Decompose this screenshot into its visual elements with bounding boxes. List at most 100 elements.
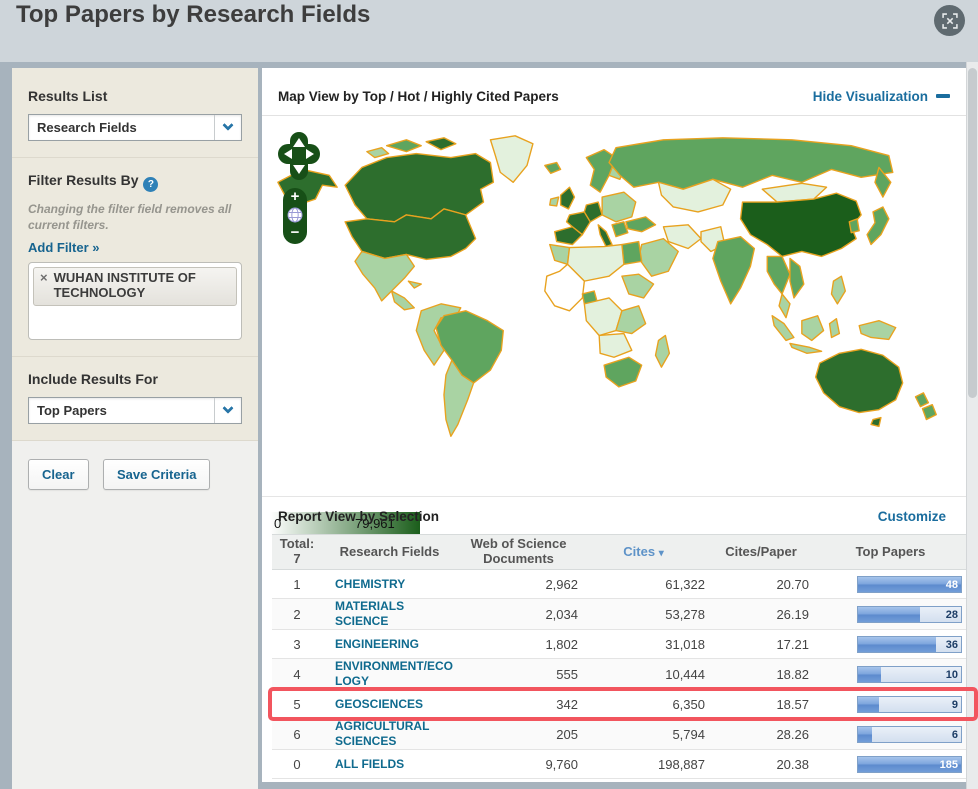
cites-cell: 5,794	[672, 726, 705, 742]
results-list-section: Results List Research Fields	[12, 68, 258, 158]
dropdown-arrow[interactable]	[214, 115, 241, 140]
top-bar: Top Papers by Research Fields	[0, 0, 978, 62]
scrollbar-thumb[interactable]	[968, 68, 977, 398]
sidebar-buttons: Clear Save Criteria	[12, 441, 258, 509]
cites-cell: 6,350	[672, 696, 705, 712]
table-header-row: Total: 7 Research Fields Web of Science …	[272, 534, 966, 570]
map-title: Map View by Top / Hot / Highly Cited Pap…	[278, 89, 559, 104]
cites-per-paper-cell: 28.26	[776, 726, 809, 742]
docs-cell: 2,034	[545, 606, 578, 622]
bar-track: 185	[857, 755, 962, 773]
docs-cell: 2,962	[545, 576, 578, 592]
map-asia[interactable]	[700, 182, 890, 319]
bar-fill	[858, 666, 881, 682]
field-link[interactable]: AGRICULTURAL SCIENCES	[322, 719, 457, 749]
cites-per-paper-cell: 20.38	[776, 756, 809, 772]
bar-value: 28	[945, 608, 958, 621]
save-criteria-button[interactable]: Save Criteria	[102, 459, 211, 491]
field-link[interactable]: GEOSCIENCES	[322, 697, 457, 712]
map-pan-control[interactable]	[278, 130, 320, 187]
report-title: Report View by Selection	[278, 509, 440, 524]
cites-per-paper-cell: 18.82	[776, 666, 809, 682]
cites-cell: 31,018	[665, 636, 705, 652]
bar-fill	[858, 696, 879, 712]
field-link[interactable]: MATERIALS SCIENCE	[322, 599, 457, 629]
include-results-section: Include Results For Top Papers	[12, 357, 258, 442]
column-cites-per-paper[interactable]: Cites/Paper	[707, 543, 815, 562]
bar-track: 48	[857, 575, 962, 593]
cites-cell: 198,887	[658, 756, 705, 772]
include-results-label: Include Results For	[28, 371, 158, 388]
fullscreen-button[interactable]	[934, 5, 965, 36]
globe-icon[interactable]	[287, 207, 303, 223]
zoom-in-button[interactable]: +	[291, 189, 300, 204]
table-row: 3 ENGINEERING 1,802 31,018 17.21 36	[272, 630, 966, 659]
column-research-fields[interactable]: Research Fields	[322, 543, 457, 562]
scrollbar	[966, 62, 978, 789]
chevron-down-icon	[222, 402, 234, 414]
clear-button[interactable]: Clear	[28, 459, 89, 491]
docs-cell: 205	[556, 726, 578, 742]
bar-value: 36	[945, 638, 958, 651]
column-wos-documents[interactable]: Web of Science Documents	[457, 535, 580, 569]
cites-cell: 61,322	[665, 576, 705, 592]
map-south-america[interactable]	[415, 303, 504, 438]
report-header: Report View by Selection Customize	[262, 496, 966, 534]
esi-app: Top Papers by Research Fields Results Li…	[0, 0, 978, 789]
include-results-dropdown[interactable]: Top Papers	[28, 397, 242, 425]
field-link[interactable]: ALL FIELDS	[322, 757, 457, 772]
pan-pad-icon	[278, 132, 320, 180]
add-filter-link[interactable]: Add Filter »	[28, 240, 242, 255]
world-map[interactable]	[268, 126, 960, 458]
dropdown-arrow[interactable]	[214, 398, 241, 424]
hide-visualization-label: Hide Visualization	[812, 89, 928, 104]
filter-box: × WUHAN INSTITUTE OF TECHNOLOGY	[28, 262, 242, 341]
table-row: 0 ALL FIELDS 9,760 198,887 20.38 185	[272, 750, 966, 779]
rank-cell: 5	[293, 696, 301, 712]
hide-visualization-link[interactable]: Hide Visualization	[813, 89, 950, 104]
bar-value: 9	[951, 698, 958, 711]
cites-cell: 53,278	[665, 606, 705, 622]
remove-tag-icon[interactable]: ×	[40, 270, 48, 286]
cites-per-paper-cell: 20.70	[776, 576, 809, 592]
cites-cell: 10,444	[665, 666, 705, 682]
include-results-value: Top Papers	[37, 403, 107, 419]
map-oceania[interactable]	[771, 315, 937, 428]
customize-link[interactable]: Customize	[878, 509, 946, 524]
bar-track: 10	[857, 665, 962, 683]
field-link[interactable]: ENGINEERING	[322, 637, 457, 652]
column-cites[interactable]: Cites ▾	[580, 543, 707, 562]
bar-value: 10	[945, 668, 958, 681]
results-list-dropdown[interactable]: Research Fields	[28, 114, 242, 141]
bar-track: 6	[857, 725, 962, 743]
rank-cell: 0	[293, 756, 301, 772]
table-row-highlighted: 5 GEOSCIENCES 342 6,350 18.57 9	[268, 687, 978, 721]
bar-fill	[858, 606, 920, 622]
cites-label: Cites	[623, 543, 656, 559]
docs-cell: 9,760	[545, 756, 578, 772]
column-top-papers[interactable]: Top Papers	[815, 543, 966, 562]
main-panel: Map View by Top / Hot / Highly Cited Pap…	[262, 68, 978, 782]
fullscreen-icon	[941, 12, 958, 29]
help-icon[interactable]: ?	[143, 177, 159, 192]
results-list-value: Research Fields	[37, 120, 137, 135]
cites-per-paper-cell: 26.19	[776, 606, 809, 622]
rank-cell: 6	[293, 726, 301, 742]
top-papers-bar: 10	[815, 665, 966, 683]
sidebar: Results List Research Fields Filter Resu…	[12, 68, 258, 789]
field-link[interactable]: CHEMISTRY	[322, 577, 457, 592]
field-link[interactable]: ENVIRONMENT/ECOLOGY	[322, 659, 457, 689]
rank-cell: 2	[293, 606, 301, 622]
zoom-out-button[interactable]: −	[291, 225, 300, 240]
filter-section: Filter Results By? Changing the filter f…	[12, 158, 258, 358]
report-table: Total: 7 Research Fields Web of Science …	[268, 534, 978, 779]
map-area: + − 0 79,961	[262, 116, 966, 537]
rank-cell: 1	[293, 576, 301, 592]
map-header: Map View by Top / Hot / Highly Cited Pap…	[262, 68, 966, 116]
filter-title: Filter Results By?	[28, 172, 242, 192]
docs-cell: 342	[556, 696, 578, 712]
filter-tag[interactable]: × WUHAN INSTITUTE OF TECHNOLOGY	[33, 267, 237, 307]
cites-per-paper-cell: 18.57	[776, 696, 809, 712]
cites-per-paper-cell: 17.21	[776, 636, 809, 652]
minus-icon	[936, 94, 950, 98]
